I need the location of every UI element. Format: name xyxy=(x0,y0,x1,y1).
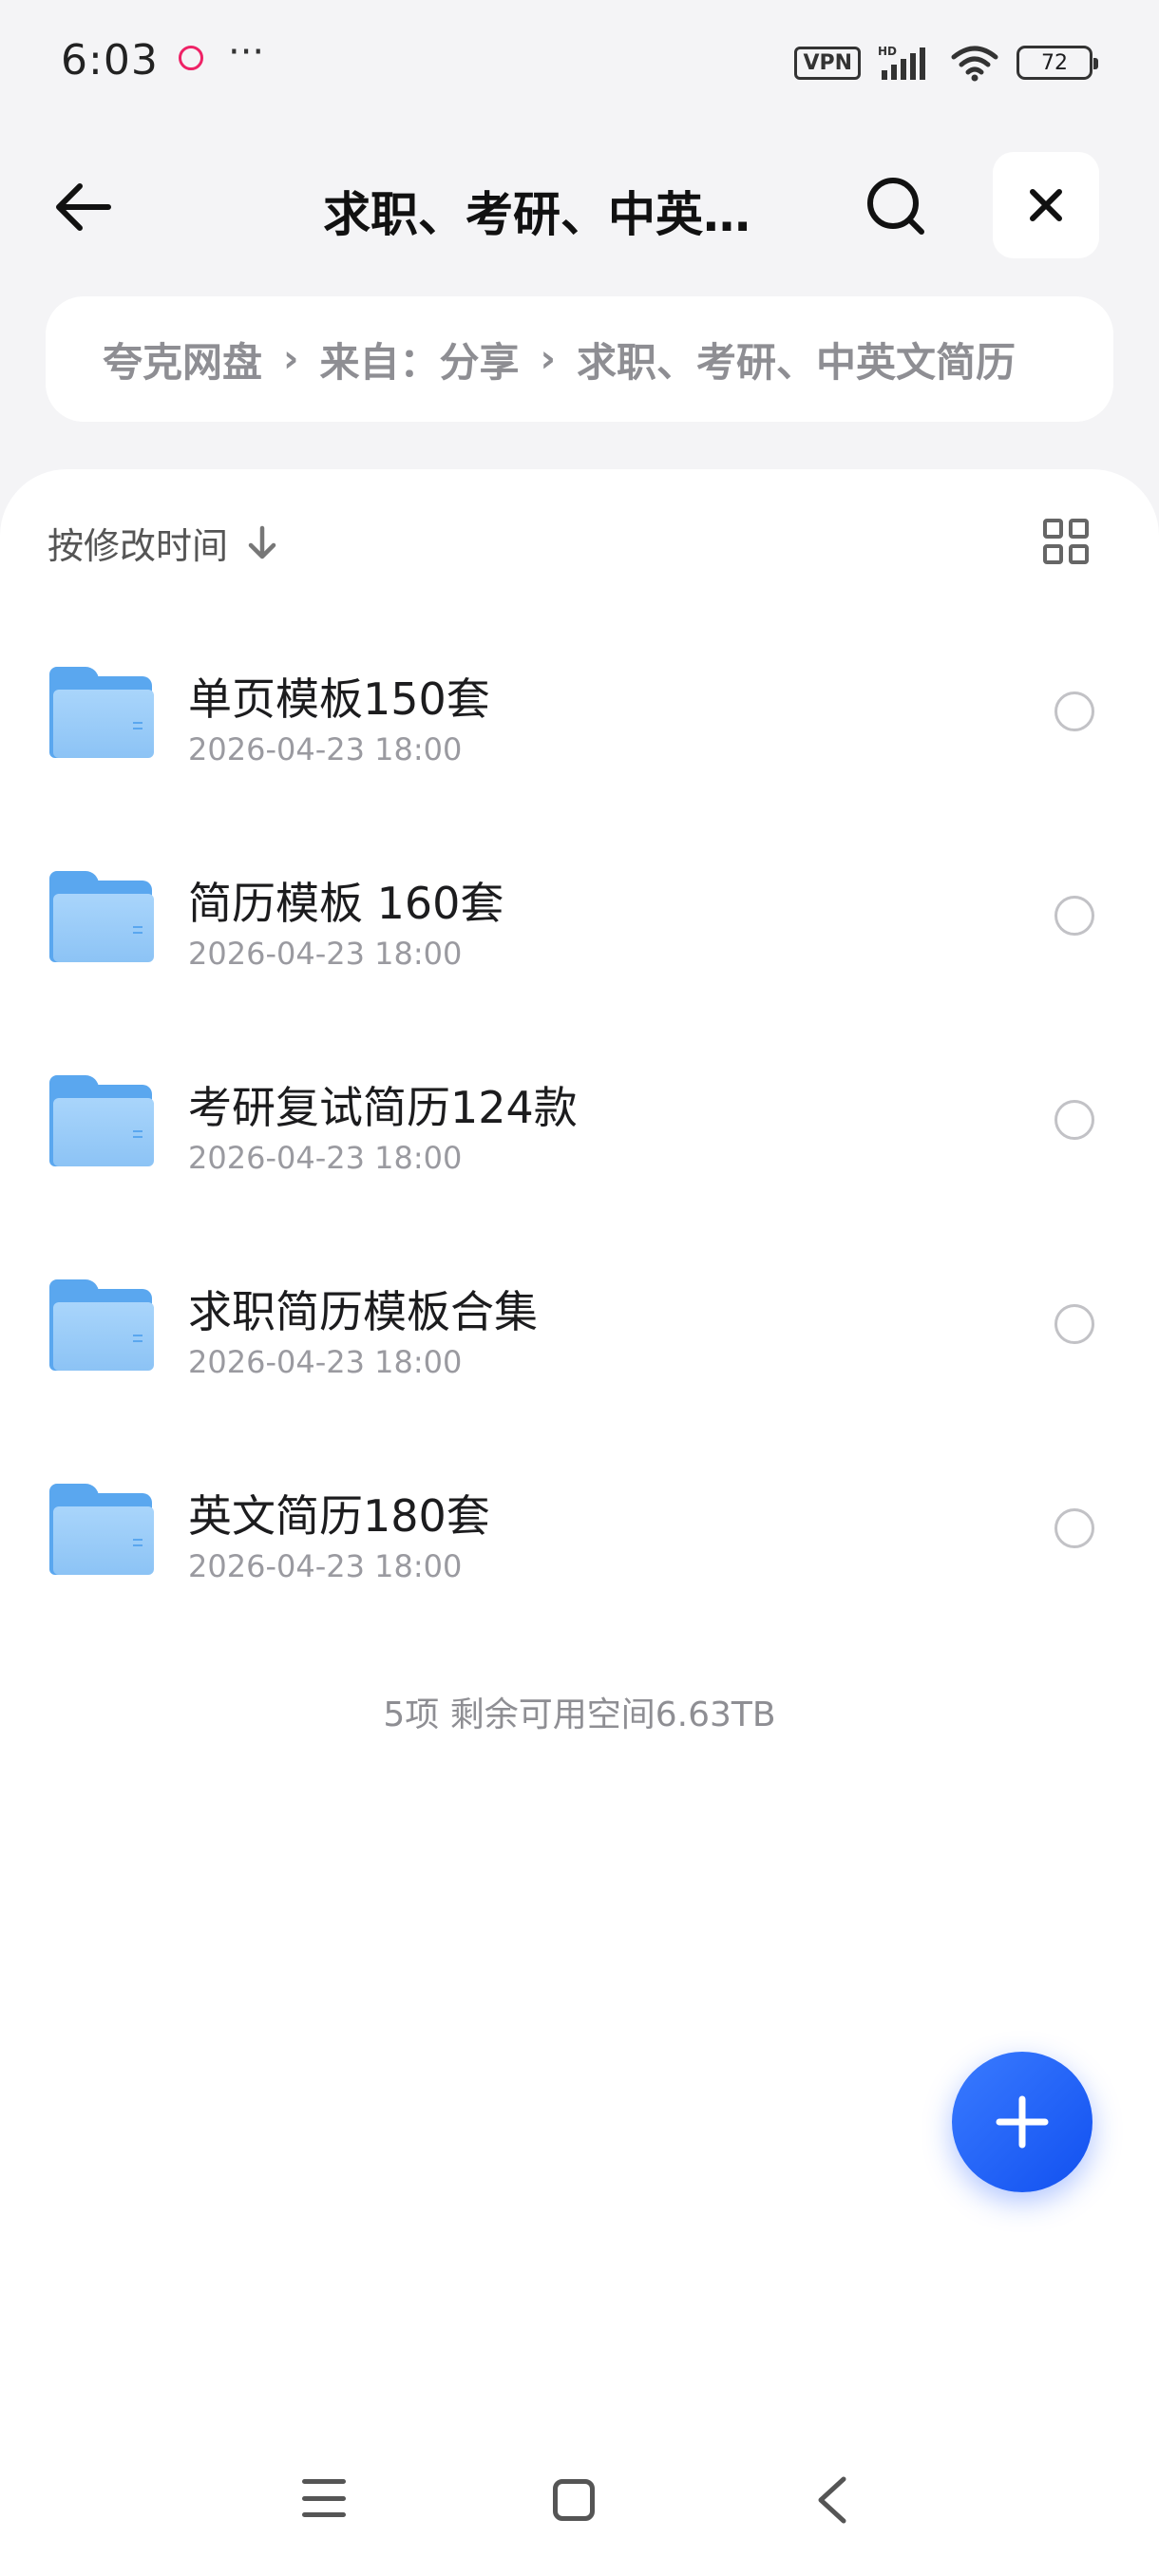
folder-icon xyxy=(49,1075,156,1166)
notification-app-icon xyxy=(179,46,203,70)
plus-icon xyxy=(996,2095,1049,2149)
sort-label: 按修改时间 xyxy=(48,525,229,567)
wifi-icon xyxy=(951,46,998,82)
arrow-left-icon xyxy=(56,183,111,231)
file-name: 考研复试简历124款 xyxy=(188,1082,578,1133)
system-nav-bar xyxy=(0,2451,1159,2546)
breadcrumb: 夸克网盘 › 来自：分享 › 求职、考研、中英文简历 xyxy=(46,296,1113,422)
file-date: 2026-04-23 18:00 xyxy=(188,1548,463,1584)
select-radio[interactable] xyxy=(1054,691,1094,731)
screen: 6:03 ··· VPN HD 72 求职、考研、中英… 夸克网盘 › 来自：分… xyxy=(0,0,1159,2576)
signal-icon: HD xyxy=(878,45,925,80)
vpn-icon: VPN xyxy=(794,46,861,80)
file-name: 英文简历180套 xyxy=(188,1490,490,1542)
breadcrumb-item-root[interactable]: 夸克网盘 xyxy=(103,331,262,388)
arrow-down-icon xyxy=(248,525,276,559)
hd-label: HD xyxy=(878,45,897,58)
chevron-right-icon: › xyxy=(283,337,299,381)
list-item[interactable]: 求职简历模板合集 2026-04-23 18:00 xyxy=(0,1234,1159,1438)
file-date: 2026-04-23 18:00 xyxy=(188,1344,463,1380)
select-radio[interactable] xyxy=(1054,1304,1094,1344)
search-icon xyxy=(867,178,924,235)
back-button[interactable] xyxy=(46,169,122,245)
more-notifications-icon: ··· xyxy=(228,30,265,74)
file-date: 2026-04-23 18:00 xyxy=(188,731,463,767)
grid-view-icon[interactable] xyxy=(1043,519,1089,564)
close-icon xyxy=(1030,189,1062,221)
folder-icon xyxy=(49,871,156,962)
file-date: 2026-04-23 18:00 xyxy=(188,936,463,972)
file-name: 求职简历模板合集 xyxy=(188,1286,538,1337)
list-item[interactable]: 考研复试简历124款 2026-04-23 18:00 xyxy=(0,1030,1159,1234)
folder-icon xyxy=(49,1484,156,1575)
add-button[interactable] xyxy=(952,2052,1092,2192)
system-back-button[interactable] xyxy=(808,2473,855,2527)
chevron-right-icon: › xyxy=(540,337,556,381)
list-item[interactable]: 英文简历180套 2026-04-23 18:00 xyxy=(0,1438,1159,1642)
page-title: 求职、考研、中英… xyxy=(323,187,750,242)
folder-icon xyxy=(49,1279,156,1371)
folder-icon xyxy=(49,667,156,758)
sort-button[interactable]: 按修改时间 xyxy=(48,517,279,569)
close-button[interactable] xyxy=(993,152,1099,258)
select-radio[interactable] xyxy=(1054,896,1094,936)
file-name: 单页模板150套 xyxy=(188,673,490,725)
file-date: 2026-04-23 18:00 xyxy=(188,1140,463,1176)
select-radio[interactable] xyxy=(1054,1508,1094,1548)
status-bar: 6:03 ··· VPN HD 72 xyxy=(0,0,1159,123)
select-radio[interactable] xyxy=(1054,1100,1094,1140)
header: 求职、考研、中英… xyxy=(0,142,1159,266)
battery-icon: 72 xyxy=(1016,46,1098,80)
home-button[interactable] xyxy=(553,2479,595,2521)
file-name: 简历模板 160套 xyxy=(188,878,504,929)
status-time: 6:03 xyxy=(61,36,159,85)
list-item[interactable]: 简历模板 160套 2026-04-23 18:00 xyxy=(0,825,1159,1030)
list-item[interactable]: 单页模板150套 2026-04-23 18:00 xyxy=(0,621,1159,825)
breadcrumb-item-shared[interactable]: 来自：分享 xyxy=(320,331,520,388)
search-button[interactable] xyxy=(855,165,937,247)
file-list: 单页模板150套 2026-04-23 18:00 简历模板 160套 2026… xyxy=(0,621,1159,1642)
status-indicators: VPN HD 72 xyxy=(794,42,1098,84)
breadcrumb-item-current[interactable]: 求职、考研、中英文简历 xyxy=(577,331,1016,388)
recent-apps-button[interactable] xyxy=(302,2479,346,2517)
storage-summary: 5项 剩余可用空间6.63TB xyxy=(383,1695,776,1734)
file-list-panel: 按修改时间 单页模板150套 2026-04-23 18:00 简历模板 160… xyxy=(0,469,1159,2576)
